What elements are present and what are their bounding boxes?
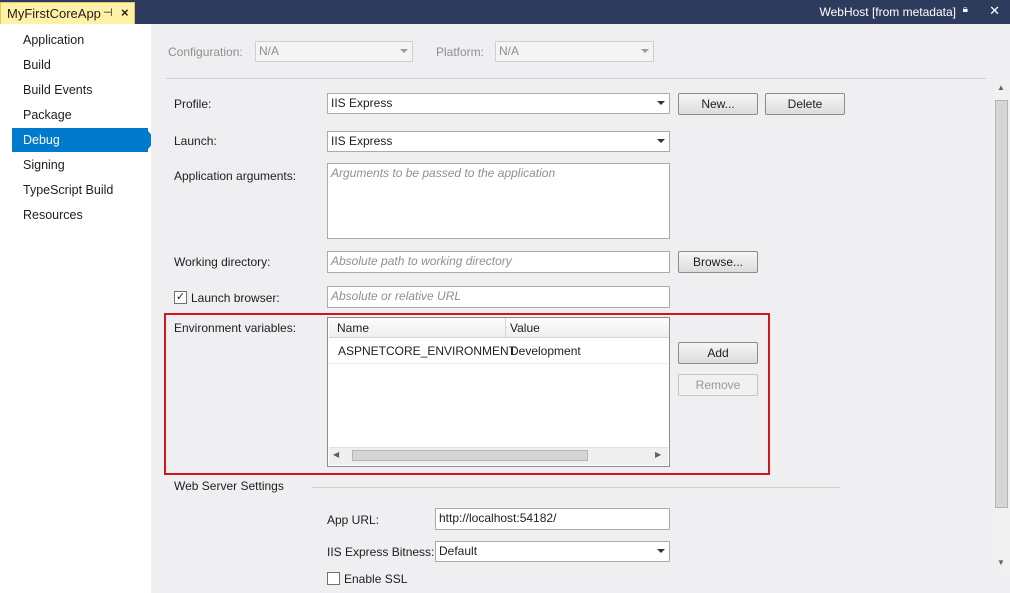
chevron-down-icon [657,101,665,105]
chevron-down-icon [400,49,408,53]
chevron-down-icon [641,49,649,53]
iis-bitness-label: IIS Express Bitness: [327,545,435,559]
debug-page: Configuration: N/A Platform: N/A Profile… [151,24,1010,593]
nav-item-label: Build Events [23,83,93,97]
pin-icon[interactable]: ⊣ [103,6,113,19]
title-bar: MyFirstCoreApp ⊣ × WebHost [from metadat… [0,0,1010,24]
divider [312,487,840,488]
nav-item-application[interactable]: Application [12,28,148,52]
chevron-down-icon [657,549,665,553]
launch-browser-label: Launch browser: [191,291,280,305]
enable-ssl-label: Enable SSL [344,572,408,586]
configuration-label: Configuration: [168,45,243,59]
document-tab[interactable]: MyFirstCoreApp ⊣ × [0,2,135,24]
app-arguments-placeholder: Arguments to be passed to the applicatio… [331,166,556,180]
nav-item-label: Resources [23,208,83,222]
nav-item-build[interactable]: Build [12,53,148,77]
browse-button[interactable]: Browse... [678,251,758,273]
configuration-value: N/A [259,44,280,58]
working-directory-placeholder: Absolute path to working directory [331,254,512,268]
platform-value: N/A [499,44,520,58]
scroll-up-icon[interactable]: ▲ [997,83,1005,92]
close-icon[interactable]: × [121,5,129,20]
checkmark-icon: ✓ [175,291,186,303]
configuration-dropdown[interactable]: N/A [255,41,413,62]
new-profile-button[interactable]: New... [678,93,758,115]
lock-icon: 🔒︎ [962,4,968,15]
nav-item-label: Debug [23,133,60,147]
app-url-label: App URL: [327,513,380,527]
nav-item-typescript-build[interactable]: TypeScript Build [12,178,148,202]
scroll-thumb[interactable] [995,100,1008,508]
property-pages-nav: Application Build Build Events Package D… [0,24,156,593]
launch-dropdown[interactable]: IIS Express [327,131,670,152]
vertical-scrollbar[interactable]: ▲ ▼ [993,80,1010,573]
nav-item-label: Signing [23,158,65,172]
nav-item-label: Application [23,33,85,47]
nav-item-signing[interactable]: Signing [12,153,148,177]
nav-item-resources[interactable]: Resources [12,203,148,227]
chevron-down-icon [657,139,665,143]
platform-dropdown[interactable]: N/A [495,41,654,62]
document-tab-title: MyFirstCoreApp [7,6,101,21]
iis-bitness-dropdown[interactable]: Default [435,541,670,562]
app-url-value: http://localhost:54182/ [439,511,557,525]
app-arguments-label: Application arguments: [174,169,297,183]
enable-ssl-checkbox[interactable] [327,572,340,585]
iis-bitness-value: Default [439,544,478,558]
launch-value: IIS Express [331,134,393,148]
nav-item-label: Package [23,108,72,122]
nav-item-label: TypeScript Build [23,183,114,197]
window-title: WebHost [from metadata] [819,5,957,19]
divider [166,78,986,79]
profile-dropdown[interactable]: IIS Express [327,93,670,114]
launch-browser-checkbox[interactable]: ✓ [174,291,187,304]
profile-label: Profile: [174,97,212,111]
nav-item-build-events[interactable]: Build Events [12,78,148,102]
nav-item-label: Build [23,58,51,72]
scroll-down-icon[interactable]: ▼ [997,558,1005,567]
launch-url-input[interactable]: Absolute or relative URL [327,286,670,308]
highlight-box [164,313,770,475]
web-server-settings-label: Web Server Settings [174,479,284,493]
working-directory-input[interactable]: Absolute path to working directory [327,251,670,273]
app-url-input[interactable]: http://localhost:54182/ [435,508,670,530]
profile-value: IIS Express [331,96,393,110]
platform-label: Platform: [436,45,485,59]
nav-item-package[interactable]: Package [12,103,148,127]
launch-label: Launch: [174,134,217,148]
app-arguments-input[interactable]: Arguments to be passed to the applicatio… [327,163,670,239]
delete-profile-button[interactable]: Delete [765,93,845,115]
launch-url-placeholder: Absolute or relative URL [331,289,462,303]
nav-item-debug[interactable]: Debug [12,128,156,152]
window-close-icon[interactable]: ✕ [989,3,1000,19]
working-directory-label: Working directory: [174,255,271,269]
